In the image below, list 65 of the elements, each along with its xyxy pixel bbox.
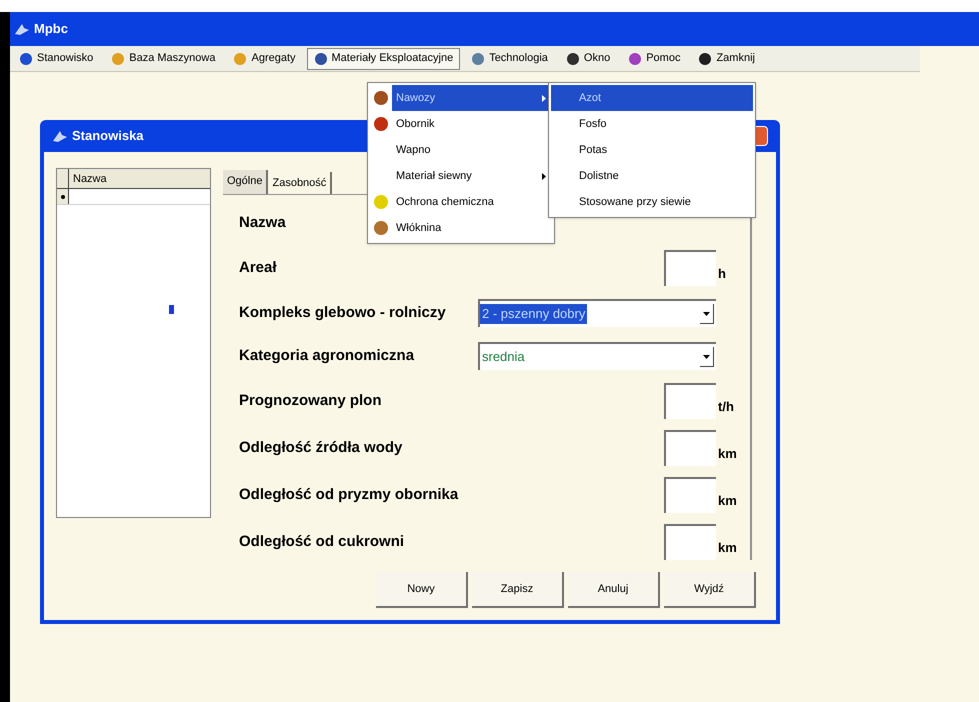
field-label: Odległość źródła wody [239,438,402,458]
menu-option[interactable]: Azot [551,85,753,111]
combo-box[interactable]: 2 - pszenny dobry [478,299,716,327]
dropdown-arrow-icon [703,354,710,358]
dialog-button[interactable]: Nowy [376,572,468,608]
input-field[interactable] [664,383,716,419]
input-field[interactable] [664,430,716,466]
field-label: Odległość od cukrowni [239,532,404,552]
menu-option[interactable]: Włóknina [368,215,554,241]
menu-icon [628,52,642,66]
item-icon [373,220,389,236]
item-icon [373,116,389,132]
menu-item[interactable]: Technologia [464,48,555,70]
unit-label: t/h [717,398,735,416]
menu-icon [111,52,126,66]
field-label: Kompleks glebowo - rolniczy [239,302,446,323]
menu-option[interactable]: Fosfo [551,111,753,137]
menu-icon [19,52,33,66]
combo-box[interactable]: srednia [478,342,716,370]
menu-icon [314,52,328,66]
menu-item[interactable]: Agregaty [226,48,303,70]
menu-item[interactable]: Zamknij [691,48,762,70]
input-field[interactable] [664,477,716,513]
combo-value: srednia [481,348,526,366]
menu-item[interactable]: Materiały Eksploatacyjne [306,48,460,70]
input-field[interactable] [664,524,716,560]
dropdown-arrow-icon [703,312,710,316]
menu-option[interactable]: Materiał siewny [368,163,554,189]
menu-item[interactable]: Baza Maszynowa [104,48,222,70]
menu-icon [566,52,580,66]
dialog-button[interactable]: Zapisz [472,572,564,608]
menu-icon [471,52,486,66]
app-icon [14,22,30,36]
item-icon [373,90,389,106]
dialog-title: Stanowiska [72,127,144,146]
field-label: Prognozowany plon [239,390,382,411]
menu-option[interactable]: Potas [551,137,753,163]
menu-item[interactable]: Pomoc [621,48,688,70]
dialog-icon [52,129,68,143]
column-header: Nazwa [69,169,210,188]
field-label: Kategoria agronomiczna [239,346,414,366]
row-indicator-icon [60,194,64,198]
field-label: Odległość od pryzmy obornika [239,484,458,505]
combo-value: 2 - pszenny dobry [480,304,588,324]
input-field[interactable] [664,250,716,286]
menu-option[interactable]: Ochrona chemiczna [368,189,554,215]
text-cursor [169,305,174,314]
dialog-button[interactable]: Anuluj [568,572,660,608]
field-label: Nazwa [239,212,286,233]
field-label: Areał [239,258,277,278]
unit-label: km [717,492,738,510]
unit-label: h [717,265,727,284]
menu-option[interactable]: Obornik [368,111,554,137]
dialog-button[interactable]: Wyjdź [664,572,756,608]
menu-icon [698,52,712,66]
window-title: Mpbc [34,20,68,38]
tab[interactable]: Ogólne [223,170,268,194]
unit-label: km [717,539,738,558]
item-icon [373,194,389,210]
menu-option[interactable]: Dolistne [551,163,753,189]
menu-option[interactable]: Stosowane przy siewie [551,189,753,215]
menu-item[interactable]: Stanowisko [12,48,100,70]
unit-label: km [717,445,738,464]
menu-icon [233,52,248,66]
menu-item[interactable]: Okno [558,48,618,70]
